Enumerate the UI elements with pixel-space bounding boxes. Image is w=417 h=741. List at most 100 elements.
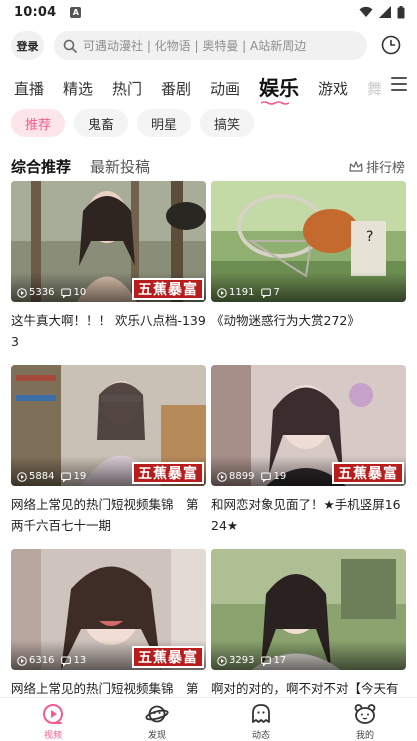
video-thumbnail[interactable]: 6316 13 五蕉暴富	[11, 549, 206, 670]
search-header: 登录 可遇动漫社 | 化物语 | 奥特曼 | A站新周边	[0, 30, 417, 60]
video-title[interactable]: 这牛真大啊！！！ 欢乐八点档-1393	[11, 310, 206, 352]
svg-text:?: ?	[366, 229, 373, 245]
tab-channel[interactable]: 动画	[210, 78, 240, 99]
video-thumbnail[interactable]: ? 1191 7	[211, 181, 406, 302]
video-thumbnail[interactable]: 5884 19 五蕉暴富	[11, 365, 206, 486]
video-card[interactable]: 5336 10 五蕉暴富 这牛真大啊！！！ 欢乐八点档-1393	[11, 181, 206, 352]
video-stats: 6316 13	[17, 655, 89, 666]
video-title[interactable]: 和网恋对象见面了！★手机竖屏1624★	[211, 494, 406, 536]
view-count: 1191	[229, 287, 255, 298]
video-title[interactable]: 啊对的对的，啊不对不对【今天有	[211, 678, 406, 699]
tab-channel[interactable]: 直播	[14, 78, 44, 99]
video-stats: 1191 7	[217, 287, 283, 298]
video-stats: 5336 10	[17, 287, 89, 298]
view-count: 8899	[229, 471, 255, 482]
active-tab-indicator	[261, 101, 289, 105]
watermark-logo: 五蕉暴富	[132, 462, 204, 484]
ghost-icon	[252, 704, 270, 723]
video-card[interactable]: ? 1191 7 《动物迷惑行为大赏272》	[211, 181, 406, 331]
nav-item-activity[interactable]: 动态	[236, 702, 286, 741]
play-count-icon	[17, 287, 27, 298]
planet-icon	[145, 705, 169, 723]
watermark-logo: 五蕉暴富	[132, 646, 204, 668]
login-button[interactable]: 登录	[11, 31, 44, 60]
view-count: 6316	[29, 655, 55, 666]
tag-chip-active[interactable]: 推荐	[11, 109, 66, 137]
view-count: 5884	[29, 471, 55, 482]
history-icon[interactable]	[380, 34, 402, 56]
play-count-icon	[217, 287, 227, 298]
channel-tabs: 直播 精选 热门 番剧 动画 娱乐 游戏 舞	[0, 72, 417, 105]
nav-item-profile[interactable]: 我的	[340, 702, 390, 741]
wifi-icon	[359, 6, 373, 17]
video-card[interactable]: 8899 19 五蕉暴富 和网恋对象见面了！★手机竖屏1624★	[211, 365, 406, 536]
feed-header: 综合推荐 最新投稿 排行榜	[0, 156, 417, 176]
bottom-nav: 视频 发现 动态 我的	[0, 697, 417, 741]
comment-icon	[61, 288, 72, 298]
video-card[interactable]: 5884 19 五蕉暴富 网络上常见的热门短视频集锦 第两千六百七十一期	[11, 365, 206, 536]
comment-icon	[261, 472, 272, 482]
tab-channel[interactable]: 游戏	[318, 78, 348, 99]
nav-label: 发现	[147, 731, 166, 741]
tag-chip[interactable]: 搞笑	[200, 109, 255, 137]
video-title[interactable]: 网络上常见的热门短视频集锦 第	[11, 678, 206, 699]
sub-tags: 推荐 鬼畜 明星 搞笑	[0, 109, 417, 137]
rank-label: 排行榜	[365, 161, 405, 176]
comment-count: 10	[73, 287, 87, 298]
video-card[interactable]: 3293 17 啊对的对的，啊不对不对【今天有	[211, 549, 406, 699]
status-bar: 10:04 A	[0, 0, 417, 24]
battery-icon	[397, 5, 405, 18]
watermark-logo: 五蕉暴富	[332, 462, 404, 484]
comment-count: 19	[73, 471, 87, 482]
search-placeholder: 可遇动漫社 | 化物语 | 奥特曼 | A站新周边	[83, 39, 307, 53]
tab-channel[interactable]: 热门	[112, 78, 142, 99]
play-count-icon	[17, 655, 27, 666]
view-count: 5336	[29, 287, 55, 298]
comment-count: 17	[273, 655, 287, 666]
video-thumbnail[interactable]: 3293 17	[211, 549, 406, 670]
tag-chip[interactable]: 明星	[137, 109, 192, 137]
play-count-icon	[17, 471, 27, 482]
crown-icon	[349, 160, 363, 172]
video-stats: 5884 19	[17, 471, 89, 482]
bear-icon	[354, 704, 376, 724]
comment-count: 19	[273, 471, 287, 482]
search-input[interactable]: 可遇动漫社 | 化物语 | 奥特曼 | A站新周边	[54, 31, 367, 60]
sort-tab-recommended[interactable]: 综合推荐	[11, 156, 71, 177]
tab-channel-partial[interactable]: 舞	[367, 78, 382, 99]
comment-count: 13	[73, 655, 87, 666]
nav-label: 视频	[43, 731, 62, 741]
nav-label: 动态	[251, 731, 270, 741]
watermark-logo: 五蕉暴富	[132, 278, 204, 300]
tab-channel[interactable]: 精选	[63, 78, 93, 99]
video-stats: 3293 17	[217, 655, 289, 666]
play-count-icon	[217, 655, 227, 666]
comment-icon	[261, 656, 272, 666]
video-icon	[43, 704, 63, 724]
tag-chip[interactable]: 鬼畜	[74, 109, 129, 137]
tab-channel-active[interactable]: 娱乐	[259, 72, 299, 105]
comment-icon	[61, 472, 72, 482]
comment-count: 7	[273, 287, 280, 298]
status-time: 10:04	[14, 4, 57, 20]
video-title[interactable]: 《动物迷惑行为大赏272》	[211, 310, 406, 331]
video-card[interactable]: 6316 13 五蕉暴富 网络上常见的热门短视频集锦 第	[11, 549, 206, 699]
video-stats: 8899 19	[217, 471, 289, 482]
video-thumbnail[interactable]: 8899 19 五蕉暴富	[211, 365, 406, 486]
nav-item-discover[interactable]: 发现	[132, 702, 182, 741]
channel-menu-icon[interactable]	[391, 77, 407, 93]
comment-icon	[261, 288, 272, 298]
tab-channel[interactable]: 番剧	[161, 78, 191, 99]
rank-button[interactable]: 排行榜	[349, 157, 405, 176]
notification-badge: A	[70, 6, 82, 18]
signal-icon	[379, 6, 391, 18]
view-count: 3293	[229, 655, 255, 666]
nav-item-video[interactable]: 视频	[28, 702, 78, 741]
play-count-icon	[217, 471, 227, 482]
nav-label: 我的	[355, 731, 374, 741]
search-icon	[63, 39, 77, 53]
comment-icon	[61, 656, 72, 666]
video-title[interactable]: 网络上常见的热门短视频集锦 第两千六百七十一期	[11, 494, 206, 536]
video-thumbnail[interactable]: 5336 10 五蕉暴富	[11, 181, 206, 302]
sort-tab-latest[interactable]: 最新投稿	[90, 156, 150, 177]
